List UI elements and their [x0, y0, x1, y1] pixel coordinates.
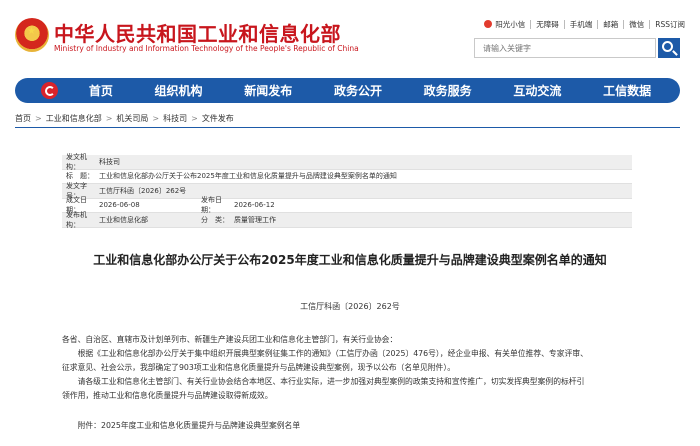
nav-item-services[interactable]: 政务服务 — [424, 82, 472, 99]
nav-item-data[interactable]: 工信数据 — [603, 82, 651, 99]
nav-item-interaction[interactable]: 互动交流 — [513, 82, 561, 99]
top-link-mail[interactable]: 邮箱 — [597, 19, 623, 29]
search-button[interactable] — [658, 38, 680, 58]
nav-item-home[interactable]: 首页 — [89, 82, 113, 99]
search-icon — [662, 41, 673, 52]
breadcrumb-home[interactable]: 首页 — [15, 113, 31, 124]
top-links: 阳光小信 无障碍 手机端 邮箱 微信 RSS订阅 — [479, 17, 690, 31]
meta-published-date: 2026-06-12 — [234, 201, 275, 210]
nav-item-news[interactable]: 新闻发布 — [244, 82, 292, 99]
top-link-wechat[interactable]: 微信 — [623, 19, 649, 29]
breadcrumb-ministry[interactable]: 工业和信息化部 — [46, 113, 102, 124]
meta-row-title: 标 题： 工业和信息化部办公厅关于公布2025年度工业和信息化质量提升与品牌建设… — [62, 170, 632, 184]
breadcrumb-documents[interactable]: 文件发布 — [202, 113, 234, 124]
main-nav: 首页 组织机构 新闻发布 政务公开 政务服务 互动交流 工信数据 — [15, 78, 680, 103]
breadcrumb-departments[interactable]: 机关司局 — [116, 113, 148, 124]
document-meta-table: 发文机构： 科技司 标 题： 工业和信息化部办公厅关于公布2025年度工业和信息… — [62, 153, 632, 229]
meta-docno: 工信厅科函〔2026〕262号 — [99, 186, 187, 195]
home-logo-icon[interactable] — [41, 82, 58, 99]
sun-icon — [484, 20, 493, 28]
article-salutation: 各省、自治区、直辖市及计划单列市、新疆生产建设兵团工业和信息化主管部门，有关行业… — [62, 335, 398, 344]
site-title-english: Ministry of Industry and Information Tec… — [54, 44, 359, 53]
article-doc-number: 工信厅科函〔2026〕262号 — [300, 302, 400, 311]
breadcrumb: 首页 > 工业和信息化部 > 机关司局 > 科技司 > 文件发布 — [15, 113, 234, 124]
article-attachment[interactable]: 附件：2025年度工业和信息化质量提升与品牌建设典型案例名单 — [62, 421, 637, 431]
chevron-right-icon: > — [35, 114, 42, 123]
article-title: 工业和信息化部办公厅关于公布2025年度工业和信息化质量提升与品牌建设典型案例名… — [93, 253, 607, 267]
nav-item-public-affairs[interactable]: 政务公开 — [334, 82, 382, 99]
nav-item-organization[interactable]: 组织机构 — [155, 82, 203, 99]
top-link-accessibility[interactable]: 无障碍 — [530, 19, 564, 29]
site-header: ★ 中华人民共和国工业和信息化部 Ministry of Industry an… — [0, 0, 700, 68]
meta-org: 工业和信息化部 — [99, 215, 148, 224]
top-link-mobile[interactable]: 手机端 — [563, 19, 598, 29]
chevron-right-icon: > — [152, 114, 160, 123]
breadcrumb-science-tech[interactable]: 科技司 — [163, 113, 187, 124]
site-title[interactable]: 中华人民共和国工业和信息化部 — [54, 18, 341, 47]
chevron-right-icon: > — [191, 114, 198, 123]
meta-category: 质量管理工作 — [234, 215, 276, 224]
article-paragraph-2-line-1: 请各级工业和信息化主管部门、有关行业协会结合本地区、本行业实际，进一步加强对典型… — [62, 377, 585, 386]
national-emblem-icon: ★ — [15, 18, 49, 52]
top-link-rss[interactable]: RSS订阅 — [649, 19, 690, 29]
chevron-right-icon: > — [105, 114, 113, 123]
article-paragraph-1-line-2: 征求意见、社会公示，我部确定了903项工业和信息化质量提升与品牌建设典型案例，现… — [62, 363, 456, 372]
top-link-sunshine[interactable]: 阳光小信 — [479, 20, 530, 29]
article-paragraph-2-line-2: 领作用，推动工业和信息化质量提升与品牌建设取得新成效。 — [62, 391, 273, 400]
article-paragraph-1-line-1: 根据《工业和信息化部办公厅关于集中组织开展典型案例征集工作的通知》（工信厅办函〔… — [62, 349, 588, 358]
meta-created-date: 2026-06-08 — [99, 201, 140, 210]
breadcrumb-divider — [15, 127, 680, 128]
meta-row-issuer: 发文机构： 科技司 — [62, 153, 632, 171]
meta-row-org: 发布机构： 工业和信息化部 分 类： 质量管理工作 — [62, 211, 632, 229]
search-input[interactable] — [474, 38, 656, 58]
meta-issuer: 科技司 — [99, 157, 120, 166]
meta-title: 工业和信息化部办公厅关于公布2025年度工业和信息化质量提升与品牌建设典型案例名… — [99, 172, 397, 181]
